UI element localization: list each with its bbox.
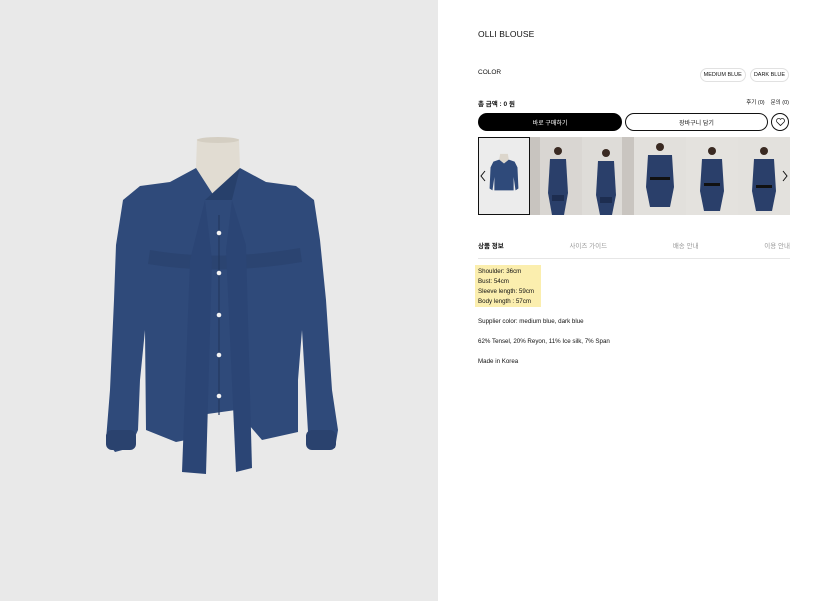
tab-usage[interactable]: 이용 안내 xyxy=(764,240,790,258)
tab-size-guide[interactable]: 사이즈 가이드 xyxy=(569,240,607,258)
gallery-prev-button[interactable] xyxy=(478,168,488,184)
buy-now-button[interactable]: 바로 구매하기 xyxy=(478,113,622,131)
tab-product-info[interactable]: 상품 정보 xyxy=(478,240,504,258)
color-options: MEDIUM BLUE DARK BLUE xyxy=(699,68,789,82)
origin: Made in Korea xyxy=(478,358,519,365)
chevron-left-icon xyxy=(480,170,486,182)
material: 62% Tensel, 20% Reyon, 11% Ice silk, 7% … xyxy=(478,338,610,345)
size-shoulder: Shoulder: 36cm xyxy=(478,268,522,275)
product-image-panel xyxy=(0,0,438,601)
tab-shipping[interactable]: 배송 안내 xyxy=(673,240,699,258)
review-link[interactable]: 후기 (0) xyxy=(746,98,764,106)
product-photo xyxy=(106,137,338,474)
thumbnail-5[interactable] xyxy=(686,137,738,215)
inquiry-link[interactable]: 문의 (0) xyxy=(771,98,789,106)
size-body-length: Body length : 57cm xyxy=(478,298,531,305)
detail-tabs: 상품 정보 사이즈 가이드 배송 안내 이용 안내 xyxy=(478,240,790,259)
size-info-box: Shoulder: 36cm Bust: 54cm Sleeve length:… xyxy=(475,265,541,307)
review-links: 후기 (0) 문의 (0) xyxy=(746,98,789,106)
color-label: COLOR xyxy=(478,69,502,76)
size-bust: Bust: 54cm xyxy=(478,278,509,285)
chevron-right-icon xyxy=(782,170,788,182)
color-option-medium-blue[interactable]: MEDIUM BLUE xyxy=(699,68,746,82)
color-option-dark-blue[interactable]: DARK BLUE xyxy=(749,68,789,82)
thumbnail-2[interactable] xyxy=(530,137,582,215)
add-to-cart-button[interactable]: 장바구니 담기 xyxy=(625,113,768,131)
total-price: 총 금액 : 0 원 xyxy=(478,101,515,108)
thumbnail-4[interactable] xyxy=(634,137,686,215)
wishlist-button[interactable] xyxy=(771,113,789,131)
thumbnail-3[interactable] xyxy=(582,137,634,215)
heart-icon xyxy=(775,118,785,126)
supplier-color: Supplier color: medium blue, dark blue xyxy=(478,318,584,325)
gallery-next-button[interactable] xyxy=(780,168,790,184)
product-title: OLLI BLOUSE xyxy=(478,29,535,39)
size-sleeve: Sleeve length: 59cm xyxy=(478,288,535,295)
product-info-panel: OLLI BLOUSE COLOR MEDIUM BLUE DARK BLUE … xyxy=(438,0,829,601)
thumbnail-gallery xyxy=(478,137,790,215)
